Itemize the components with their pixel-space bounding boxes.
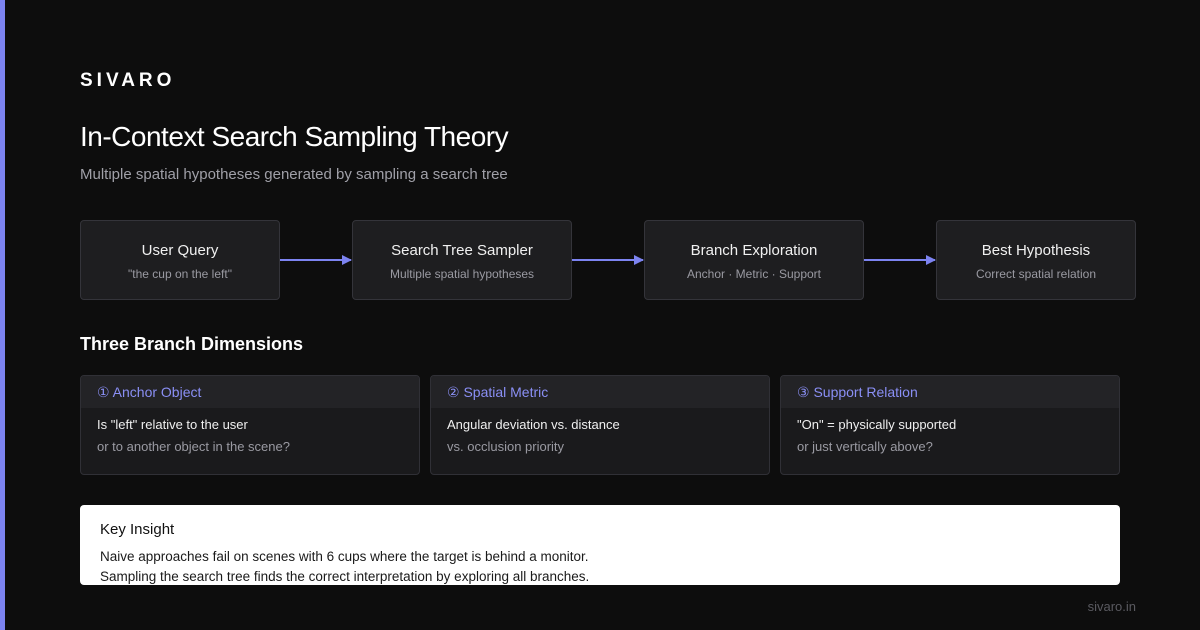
flow-node-label: Best Hypothesis [981, 242, 1091, 259]
flow-node-user-query: User Query "the cup on the left" [80, 220, 280, 300]
flow-node-sub: "the cup on the left" [128, 267, 232, 281]
dimension-card-line: vs. occlusion priority [447, 439, 565, 454]
dimension-card-spatial-metric: ② Spatial Metric Angular deviation vs. d… [430, 375, 770, 475]
dimension-card-title: ① Anchor Object [81, 376, 419, 408]
key-insight-line: Naive approaches fail on scenes with 6 c… [100, 549, 589, 564]
dimension-card-line: or to another object in the scene? [97, 439, 290, 454]
footer-url: sivaro.in [1087, 599, 1136, 614]
flow-node-sub: Anchor · Metric · Support [686, 267, 822, 281]
dimension-card-title: ② Spatial Metric [431, 376, 769, 408]
dimension-card-line: Angular deviation vs. distance [447, 417, 620, 432]
dimension-card-anchor-object: ① Anchor Object Is "left" relative to th… [80, 375, 420, 475]
flow-node-sub: Correct spatial relation [975, 267, 1097, 281]
dimension-card-line: or just vertically above? [797, 439, 933, 454]
flow-node-label: User Query [141, 242, 219, 259]
section-heading-dimensions: Three Branch Dimensions [80, 334, 304, 354]
dimension-card-support-relation: ③ Support Relation "On" = physically sup… [780, 375, 1120, 475]
flow-node-label: Branch Exploration [690, 242, 818, 259]
dimension-card-line: "On" = physically supported [797, 417, 957, 432]
dimension-card-title: ③ Support Relation [781, 376, 1119, 408]
dimension-card-line: Is "left" relative to the user [97, 417, 248, 432]
key-insight-title: Key Insight [100, 521, 175, 538]
key-insight-line: Sampling the search tree finds the corre… [100, 569, 590, 584]
key-insight-panel: Key Insight Naive approaches fail on sce… [80, 505, 1120, 585]
flow-node-branch-exploration: Branch Exploration Anchor · Metric · Sup… [644, 220, 864, 300]
flow-node-search-tree-sampler: Search Tree Sampler Multiple spatial hyp… [352, 220, 572, 300]
flow-node-label: Search Tree Sampler [391, 242, 533, 259]
flow-node-sub: Multiple spatial hypotheses [389, 267, 535, 281]
flow-node-best-hypothesis: Best Hypothesis Correct spatial relation [936, 220, 1136, 300]
